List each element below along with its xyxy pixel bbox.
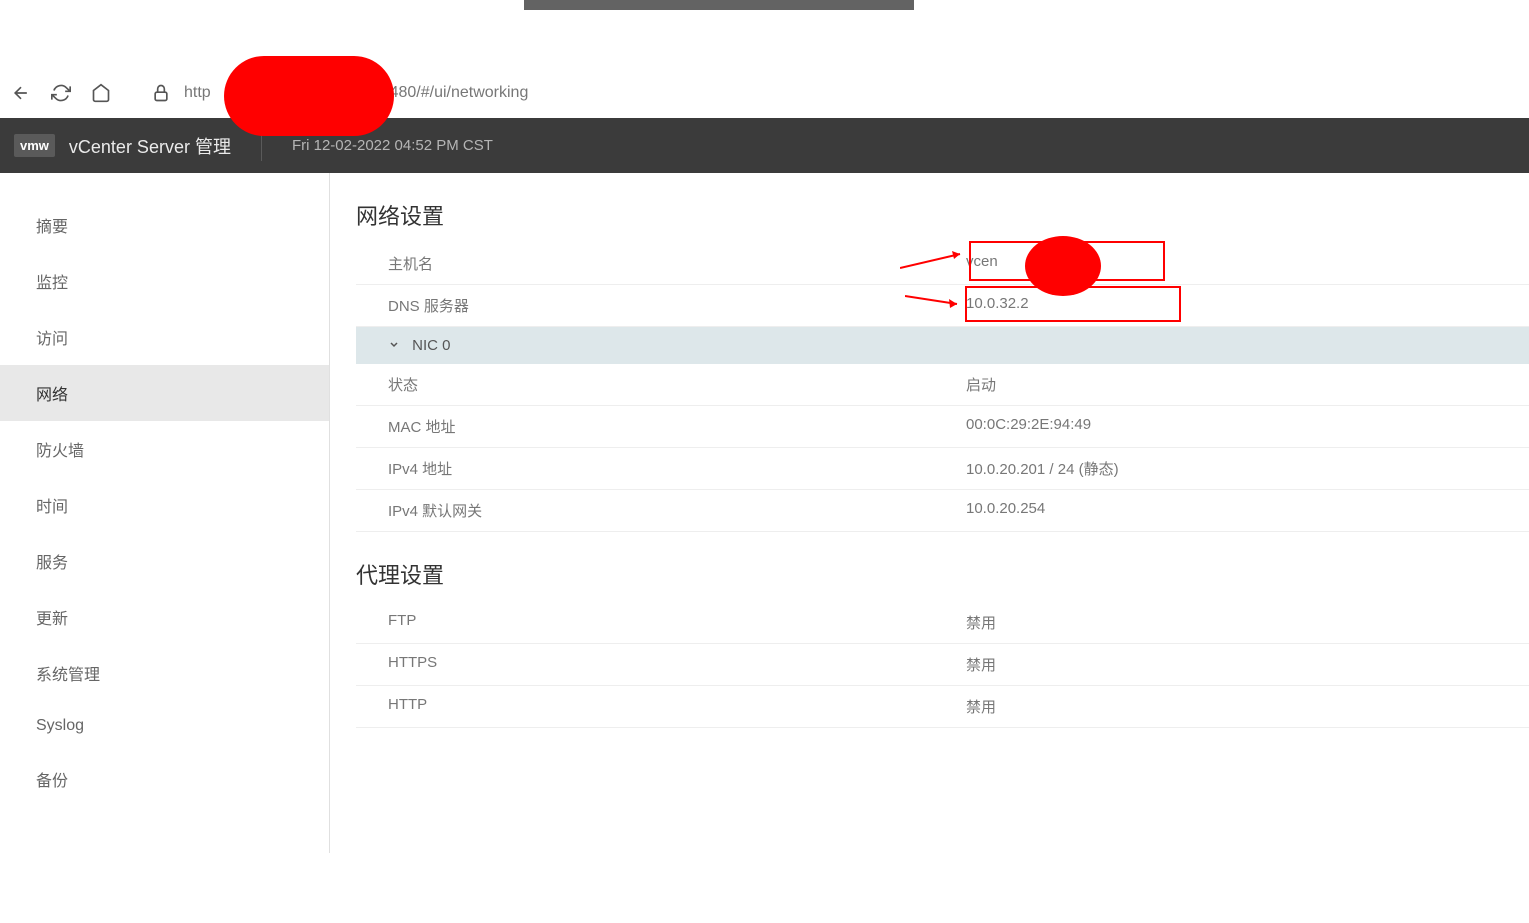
- url-suffix: 5480/#/ui/networking: [381, 84, 529, 101]
- sidebar-item-monitor[interactable]: 监控: [0, 253, 329, 309]
- ipv4-row: IPv4 地址 10.0.20.201 / 24 (静态): [356, 448, 1529, 490]
- mac-label: MAC 地址: [356, 416, 966, 437]
- hostname-row: 主机名 vcenocal: [356, 243, 1529, 285]
- sidebar-item-syslog[interactable]: Syslog: [0, 701, 329, 751]
- ftp-label: FTP: [356, 612, 966, 633]
- nic-header: NIC 0: [356, 337, 966, 354]
- ftp-row: FTP 禁用: [356, 602, 1529, 644]
- https-row: HTTPS 禁用: [356, 644, 1529, 686]
- proxy-table: FTP 禁用 HTTPS 禁用 HTTP 禁用: [356, 602, 1529, 728]
- ipv4-label: IPv4 地址: [356, 458, 966, 479]
- sidebar-item-services[interactable]: 服务: [0, 533, 329, 589]
- timestamp: Fri 12-02-2022 04:52 PM CST: [292, 137, 493, 154]
- dns-row: DNS 服务器 10.0.32.2: [356, 285, 1529, 327]
- back-icon[interactable]: [10, 82, 32, 104]
- mac-row: MAC 地址 00:0C:29:2E:94:49: [356, 406, 1529, 448]
- top-gray-bar: [524, 0, 914, 10]
- url-prefix: http: [184, 84, 211, 101]
- hostname-prefix: vcen: [966, 253, 998, 270]
- gateway-row: IPv4 默认网关 10.0.20.254: [356, 490, 1529, 532]
- mac-value: 00:0C:29:2E:94:49: [966, 416, 1529, 437]
- app-title: vCenter Server 管理: [69, 133, 231, 159]
- nic-header-row[interactable]: NIC 0: [356, 327, 1529, 364]
- sidebar-item-access[interactable]: 访问: [0, 309, 329, 365]
- ftp-value: 禁用: [966, 612, 1529, 633]
- proxy-section-title: 代理设置: [356, 558, 1529, 590]
- http-value: 禁用: [966, 696, 1529, 717]
- redaction-mark: [224, 56, 394, 136]
- dns-value: 10.0.32.2: [966, 295, 1529, 316]
- gateway-label: IPv4 默认网关: [356, 500, 966, 521]
- sidebar-item-summary[interactable]: 摘要: [0, 197, 329, 253]
- sidebar-item-backup[interactable]: 备份: [0, 751, 329, 807]
- gateway-value: 10.0.20.254: [966, 500, 1529, 521]
- network-settings-table: 主机名 vcenocal DNS 服务器 10.0.32.2 NIC 0: [356, 243, 1529, 532]
- lock-icon[interactable]: [150, 82, 172, 104]
- ipv4-value: 10.0.20.201 / 24 (静态): [966, 458, 1529, 479]
- dns-label: DNS 服务器: [356, 295, 966, 316]
- home-icon[interactable]: [90, 82, 112, 104]
- http-label: HTTP: [356, 696, 966, 717]
- main-area: 摘要 监控 访问 网络 防火墙 时间 服务 更新 系统管理 Syslog 备份 …: [0, 173, 1529, 853]
- sidebar-item-time[interactable]: 时间: [0, 477, 329, 533]
- sidebar-item-firewall[interactable]: 防火墙: [0, 421, 329, 477]
- status-row: 状态 启动: [356, 364, 1529, 406]
- proxy-section: 代理设置 FTP 禁用 HTTPS 禁用 HTTP 禁用: [356, 558, 1529, 728]
- nic-header-text: NIC 0: [412, 337, 450, 354]
- sidebar-item-sysadmin[interactable]: 系统管理: [0, 645, 329, 701]
- status-label: 状态: [356, 374, 966, 395]
- sidebar: 摘要 监控 访问 网络 防火墙 时间 服务 更新 系统管理 Syslog 备份: [0, 173, 330, 853]
- refresh-icon[interactable]: [50, 82, 72, 104]
- https-value: 禁用: [966, 654, 1529, 675]
- redaction-mark: [1025, 236, 1101, 296]
- app-header: vmw vCenter Server 管理 Fri 12-02-2022 04:…: [0, 118, 1529, 173]
- sidebar-item-update[interactable]: 更新: [0, 589, 329, 645]
- vmw-logo: vmw: [14, 134, 55, 157]
- http-row: HTTP 禁用: [356, 686, 1529, 728]
- chevron-down-icon: [388, 338, 400, 350]
- sidebar-item-network[interactable]: 网络: [0, 365, 329, 421]
- hostname-label: 主机名: [356, 253, 966, 274]
- status-value: 启动: [966, 374, 1529, 395]
- https-label: HTTPS: [356, 654, 966, 675]
- content: 网络设置 主机名 vcenocal DNS 服务器 10.0.32.2 NIC …: [330, 173, 1529, 853]
- network-section-title: 网络设置: [356, 199, 1529, 231]
